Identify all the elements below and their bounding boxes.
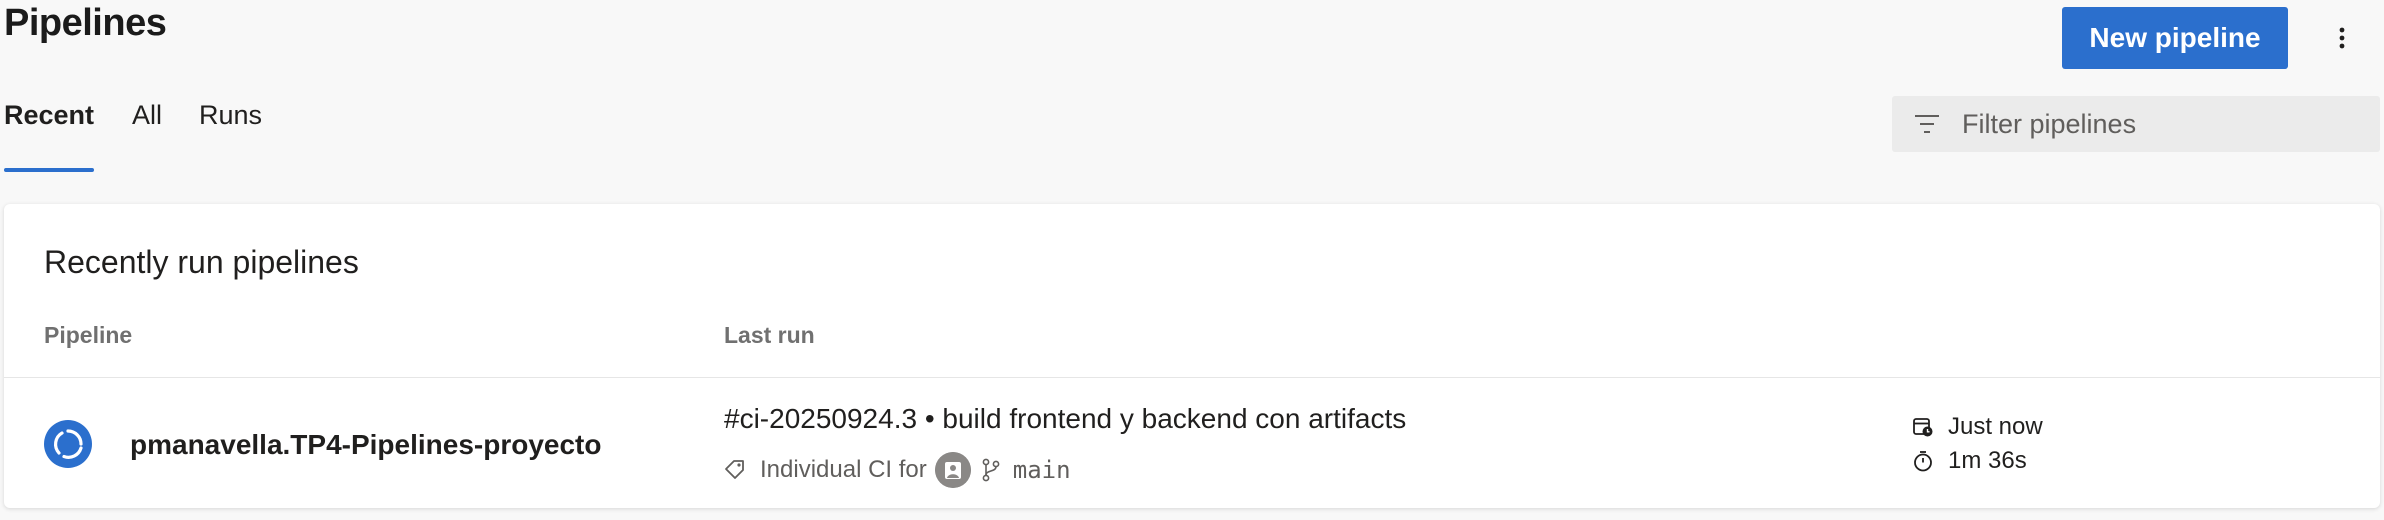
page-title: Pipelines	[4, 2, 167, 44]
new-pipeline-button[interactable]: New pipeline	[2062, 7, 2288, 69]
calendar-clock-icon	[1912, 415, 1936, 439]
column-header-last-run: Last run	[724, 322, 815, 348]
recent-pipelines-card: Recently run pipelines Pipeline Last run…	[4, 204, 2380, 508]
more-vertical-icon	[2339, 27, 2345, 49]
duration-line: 1m 36s	[1912, 444, 2043, 478]
started-line: Just now	[1912, 410, 2043, 444]
column-header-pipeline: Pipeline	[44, 322, 133, 348]
filter-pipelines-input[interactable]	[1960, 107, 2344, 141]
more-actions-button[interactable]	[2322, 16, 2362, 60]
avatar[interactable]	[934, 452, 971, 488]
tag-icon	[724, 457, 750, 483]
in-progress-icon	[44, 420, 92, 468]
tab-recent[interactable]: Recent	[4, 100, 95, 172]
filter-icon	[1914, 109, 1944, 139]
branch-icon	[981, 457, 1007, 483]
run-timing: Just now 1m 36s	[1912, 410, 2043, 478]
started-time: Just now	[1948, 413, 2043, 440]
pipeline-row[interactable]: pmanavella.TP4-Pipelines-proyecto #ci-20…	[4, 378, 2380, 508]
run-duration: 1m 36s	[1948, 447, 2027, 474]
filter-box[interactable]	[1892, 96, 2380, 152]
run-meta: Individual CI for main	[724, 452, 1071, 488]
tab-all[interactable]: All	[132, 100, 162, 172]
tab-all-label: All	[132, 100, 163, 130]
run-title-link[interactable]: #ci-20250924.3 • build frontend y backen…	[724, 403, 1406, 435]
active-tab-indicator	[4, 168, 95, 172]
tab-runs-label: Runs	[199, 100, 263, 130]
tab-recent-label: Recent	[4, 100, 95, 130]
section-title: Recently run pipelines	[44, 244, 359, 280]
pipeline-name-link[interactable]: pmanavella.TP4-Pipelines-proyecto	[130, 429, 602, 461]
stopwatch-icon	[1912, 449, 1936, 473]
branch-name[interactable]: main	[1013, 456, 1071, 484]
trigger-text: Individual CI for	[760, 456, 927, 483]
tab-runs[interactable]: Runs	[199, 100, 262, 172]
